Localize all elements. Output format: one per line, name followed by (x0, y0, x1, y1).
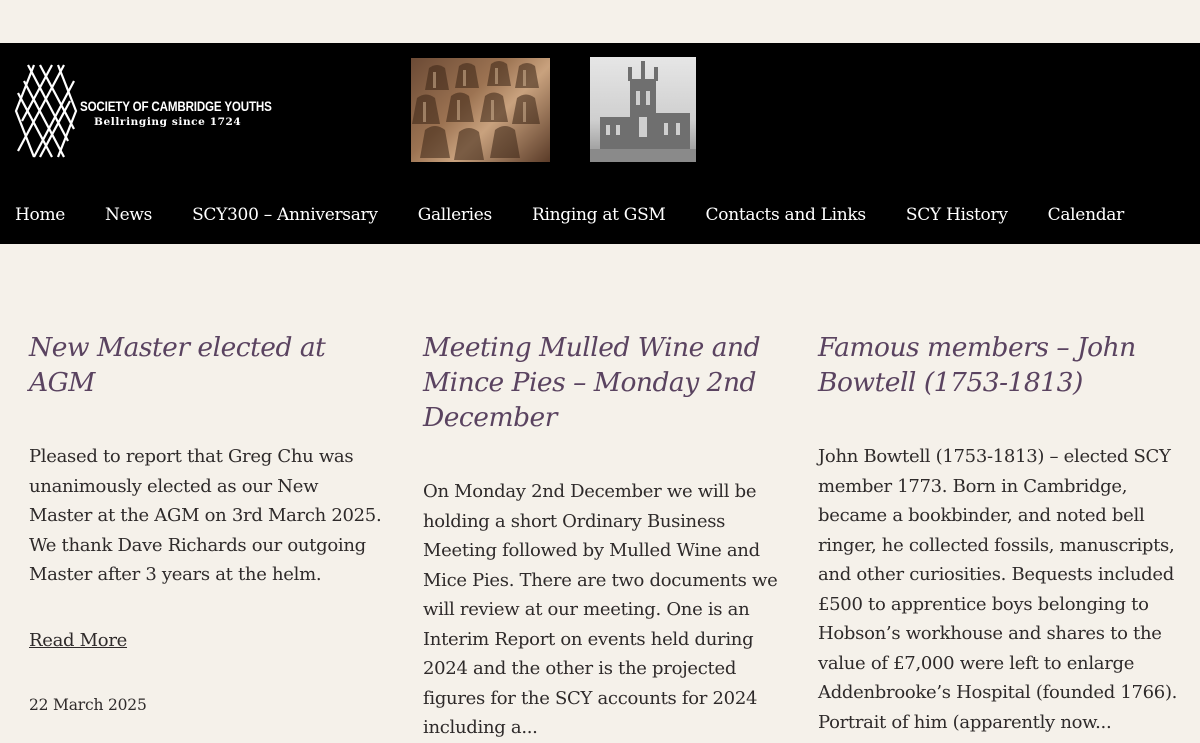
logo-title: SOCIETY OF CAMBRIDGE YOUTHS (80, 99, 272, 114)
church-engraving[interactable] (590, 57, 696, 162)
nav-galleries[interactable]: Galleries (418, 205, 493, 229)
nav-scy300-anniversary[interactable]: SCY300 – Anniversary (192, 205, 378, 229)
site-logo[interactable]: SOCIETY OF CAMBRIDGE YOUTHS Bellringing … (14, 63, 272, 159)
church-tower-illustration (590, 61, 696, 162)
nav-ringing-at-gsm[interactable]: Ringing at GSM (532, 205, 666, 229)
post-date: 22 March 2025 (29, 695, 147, 714)
read-more-link[interactable]: Read More (29, 630, 127, 651)
post-title[interactable]: Meeting Mulled Wine and Mince Pies – Mon… (423, 330, 778, 435)
post-card: New Master elected at AGM Pleased to rep… (29, 330, 384, 714)
nav-calendar[interactable]: Calendar (1048, 205, 1125, 229)
bells-photo[interactable] (411, 58, 550, 162)
post-excerpt: John Bowtell (1753-1813) – elected SCY m… (818, 446, 1178, 733)
bell-lattice-logo-icon (14, 64, 78, 158)
post-title[interactable]: Famous members – John Bowtell (1753-1813… (818, 330, 1180, 400)
main-nav: Home News SCY300 – Anniversary Galleries… (0, 205, 1149, 229)
bells-illustration (412, 61, 540, 160)
site-header: SOCIETY OF CAMBRIDGE YOUTHS Bellringing … (0, 43, 1200, 244)
nav-news[interactable]: News (105, 205, 152, 229)
top-spacer (0, 0, 1200, 43)
nav-home[interactable]: Home (15, 205, 65, 229)
post-card: Famous members – John Bowtell (1753-1813… (818, 330, 1180, 737)
nav-contacts-and-links[interactable]: Contacts and Links (706, 205, 867, 229)
post-excerpt: Pleased to report that Greg Chu was unan… (29, 446, 382, 585)
post-title[interactable]: New Master elected at AGM (29, 330, 384, 400)
nav-scy-history[interactable]: SCY History (906, 205, 1008, 229)
logo-subtitle: Bellringing since 1724 (94, 116, 242, 128)
post-excerpt: On Monday 2nd December we will be holdin… (423, 481, 778, 738)
post-card: Meeting Mulled Wine and Mince Pies – Mon… (423, 330, 778, 743)
